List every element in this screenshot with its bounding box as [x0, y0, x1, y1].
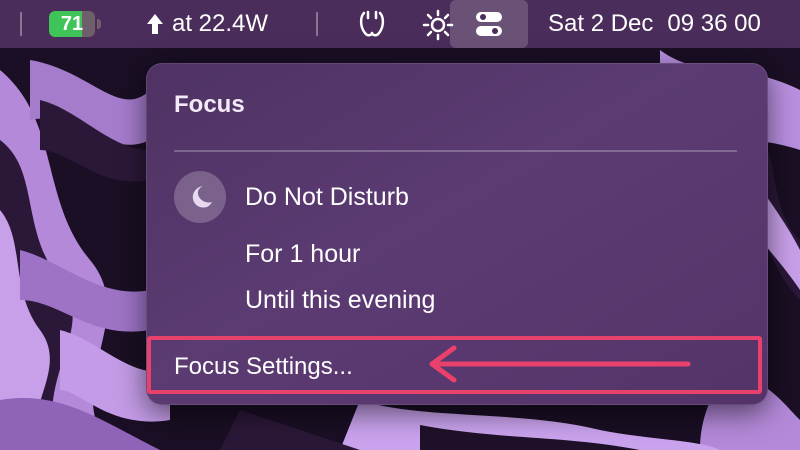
battery-level: 71: [60, 13, 84, 35]
control-center-icon: [476, 12, 502, 36]
do-not-disturb-icon-circle: [174, 171, 226, 223]
focus-menu-title: Focus: [174, 91, 245, 118]
do-not-disturb-toggle[interactable]: Do Not Disturb: [174, 171, 734, 223]
dnd-option-until-evening[interactable]: Until this evening: [245, 286, 435, 315]
charging-status[interactable]: at 22.4W: [146, 9, 268, 39]
battery-indicator[interactable]: 71: [49, 11, 101, 37]
battery-body: 71: [49, 11, 95, 37]
annotation-arrow-icon: [429, 345, 691, 383]
do-not-disturb-label: Do Not Disturb: [245, 183, 409, 211]
menu-bar-clock[interactable]: Sat 2 Dec 09 36 00: [548, 9, 761, 39]
date-label: Sat 2 Dec: [548, 10, 654, 37]
charging-label: at 22.4W: [172, 10, 269, 37]
control-center-button[interactable]: [450, 0, 528, 48]
battery-cap: [97, 19, 101, 29]
menu-bar: 71 at 22.4W Sat 2 Dec 09 36 00: [0, 0, 800, 48]
menu-bar-separator: [316, 12, 318, 36]
time-label: 09 36 00: [667, 10, 761, 37]
up-arrow-icon: [147, 14, 163, 34]
menu-bar-separator: [20, 12, 22, 36]
headphones-icon[interactable]: [357, 9, 387, 39]
menu-divider: [174, 150, 737, 152]
moon-icon: [192, 186, 212, 208]
dnd-option-1-hour[interactable]: For 1 hour: [245, 240, 360, 269]
screen: 71 at 22.4W Sat 2 Dec 09 36 00 Focus Do …: [0, 0, 800, 450]
